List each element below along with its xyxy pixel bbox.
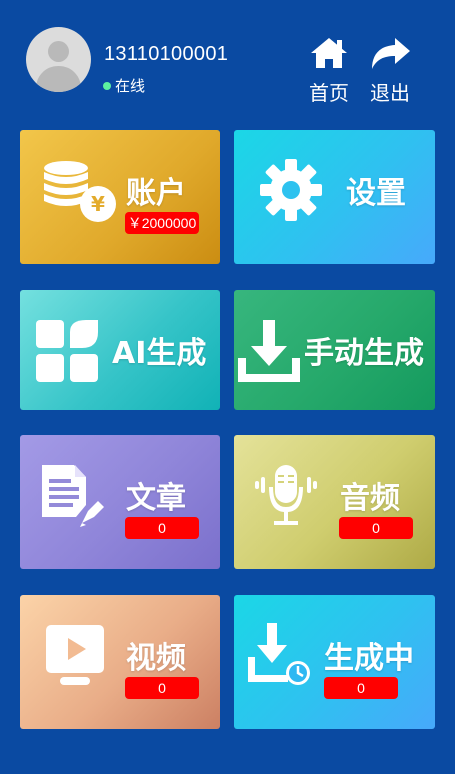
tile-article-title: 文章 [126,481,186,516]
avatar-body [36,66,81,92]
video-play-icon [46,625,104,685]
header: 13110100001 在线 首页 退出 [0,0,455,120]
avatar-head [48,41,69,62]
tile-generating-title: 生成中 [324,641,414,676]
tile-settings[interactable]: 设置 [234,130,435,264]
share-arrow-icon [372,38,410,69]
video-count-badge: 0 [125,677,199,699]
tile-article[interactable]: 文章 0 [20,435,220,569]
gear-icon [260,159,322,221]
tile-ai-generate[interactable]: AI生成 [20,290,220,410]
audio-count-badge: 0 [339,517,413,539]
avatar[interactable] [26,27,91,92]
tile-audio[interactable]: 音频 0 [234,435,435,569]
online-status-label: 在线 [115,77,146,95]
microphone-icon [255,465,317,525]
logout-label: 退出 [370,81,410,105]
logout-button[interactable]: 退出 [365,36,415,106]
article-count-badge: 0 [125,517,199,539]
balance-badge: ￥2000000 [125,212,199,234]
tile-audio-title: 音频 [340,481,400,516]
tile-manual-title: 手动生成 [304,336,424,371]
online-dot-icon [103,81,111,90]
svg-text:¥: ¥ [91,192,105,216]
home-button[interactable]: 首页 [304,36,354,106]
document-edit-icon [42,465,104,527]
tile-video[interactable]: 视频 0 [20,595,220,729]
tile-video-title: 视频 [126,641,186,676]
home-label: 首页 [309,81,349,105]
coins-icon: ¥ [44,161,116,222]
tile-manual-generate[interactable]: 手动生成 [234,290,435,410]
home-icon [311,38,347,68]
tile-settings-title: 设置 [346,176,406,211]
download-clock-icon [248,623,310,685]
user-phone: 13110100001 [104,43,229,65]
tile-generating[interactable]: 生成中 0 [234,595,435,729]
tile-ai-title: AI生成 [112,336,207,371]
apps-grid-icon [36,320,98,382]
tile-account-title: 账户 [126,176,186,211]
generating-count-badge: 0 [324,677,398,699]
online-status: 在线 [103,75,145,96]
tile-account[interactable]: ¥ 账户 ￥2000000 [20,130,220,264]
download-icon [238,320,300,382]
